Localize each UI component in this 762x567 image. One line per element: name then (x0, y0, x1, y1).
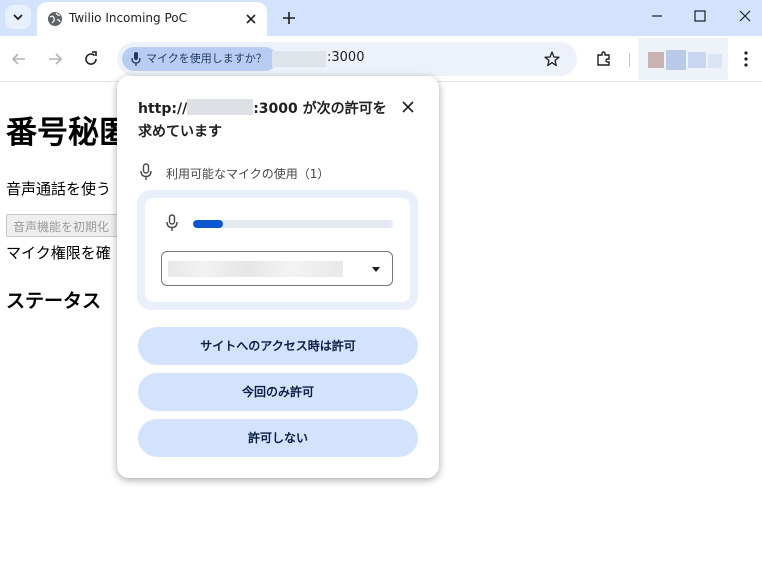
allow-this-time-button[interactable]: 今回のみ許可 (138, 373, 418, 411)
close-window-icon[interactable] (733, 6, 757, 26)
page-description: 音声通話を使う (6, 180, 112, 198)
more-menu-icon[interactable] (740, 49, 752, 69)
permission-chip-label: マイクを使用しますか？ (146, 52, 267, 65)
new-tab-icon[interactable] (279, 8, 299, 28)
device-name-redacted (168, 261, 343, 277)
microphone-icon (140, 163, 152, 180)
dropdown-caret-icon (372, 267, 380, 272)
mic-permission-text: マイク権限を確 (6, 244, 111, 262)
tab-strip: Twilio Incoming PoC (0, 0, 762, 36)
page-title: 番号秘匿 (6, 115, 130, 151)
chevron-down-icon (13, 14, 23, 21)
title-scheme: http:// (138, 101, 188, 117)
profile-avatar-redacted[interactable] (638, 38, 728, 80)
permission-item-label: 利用可能なマイクの使用（1） (166, 167, 330, 181)
extensions-puzzle-icon[interactable] (594, 49, 614, 69)
tab-title: Twilio Incoming PoC (69, 11, 187, 25)
microphone-permission-chip[interactable]: マイクを使用しますか？ (122, 47, 277, 71)
url-port: :3000 (327, 50, 365, 65)
close-tab-icon[interactable] (243, 11, 259, 27)
close-icon[interactable] (399, 98, 417, 116)
globe-icon (48, 12, 62, 26)
microphone-icon (131, 52, 141, 66)
url-host-redacted (272, 51, 326, 67)
toolbar-divider (629, 53, 630, 67)
microphone-preview-card (137, 190, 418, 310)
tab-active[interactable]: Twilio Incoming PoC (37, 2, 267, 36)
status-heading: ステータス (6, 290, 102, 312)
address-bar[interactable]: マイクを使用しますか？ :3000 (117, 42, 577, 76)
mic-level-fill (193, 220, 223, 228)
permission-prompt-title: http://:3000 が次の許可を求めています (138, 98, 398, 144)
deny-button[interactable]: 許可しない (138, 419, 418, 457)
tab-search-button[interactable] (5, 5, 31, 29)
title-host-redacted (187, 99, 254, 115)
forward-arrow-icon[interactable] (45, 49, 65, 69)
mic-level-meter (193, 220, 393, 228)
minimize-icon[interactable] (645, 6, 669, 26)
microphone-device-select[interactable] (161, 251, 393, 286)
allow-on-visit-button[interactable]: サイトへのアクセス時は許可 (138, 327, 418, 365)
permission-prompt-dialog: http://:3000 が次の許可を求めています 利用可能なマイクの使用（1）… (117, 76, 439, 478)
reload-icon[interactable] (81, 49, 101, 69)
maximize-icon[interactable] (688, 6, 712, 26)
microphone-preview-inner (145, 198, 410, 302)
bookmark-star-icon[interactable] (543, 50, 561, 68)
microphone-icon (166, 214, 178, 231)
back-arrow-icon[interactable] (9, 49, 29, 69)
